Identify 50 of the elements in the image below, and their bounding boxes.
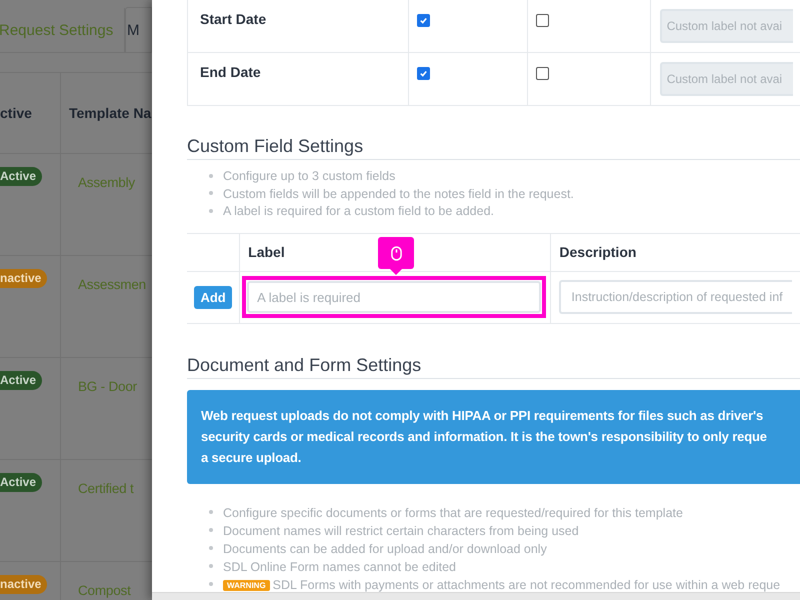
field-name: End Date: [200, 64, 261, 80]
note-text: SDL Online Form names cannot be edited: [223, 560, 456, 574]
bullet-icon: [209, 546, 213, 550]
column-header: Template Na: [69, 105, 152, 121]
label-field[interactable]: A label is required: [247, 281, 542, 313]
status-badge: nactive: [0, 575, 48, 594]
note-text: SDL Forms with payments or attachments are not recommended for use within a web reque: [272, 578, 780, 592]
bullet-icon: [209, 174, 213, 178]
note-text: Custom fields will be appended to the notes field in the request.: [223, 186, 574, 200]
note-text: Documents can be added for upload and/or download only: [223, 542, 547, 556]
checkbox[interactable]: [416, 67, 430, 80]
status-badge: Active: [0, 371, 42, 390]
note-text: Configure specific documents or forms that are requested/required for this template: [223, 506, 683, 520]
bullet-icon: [209, 510, 213, 514]
column-header: Label: [248, 244, 285, 260]
section-heading: Custom Field Settings: [187, 136, 800, 160]
template-name-link[interactable]: BG - Door: [78, 379, 137, 394]
column-header: ctive: [0, 105, 32, 121]
template-name-link[interactable]: Certified t: [78, 481, 134, 496]
checkmark-icon: [418, 69, 428, 78]
section-heading: Document and Form Settings: [187, 354, 800, 378]
mouse-icon: [390, 246, 402, 260]
note-text: Configure up to 3 custom fields: [223, 169, 396, 183]
bullet-icon: [209, 564, 213, 568]
field-name: Start Date: [200, 11, 266, 27]
note-text: A label is required for a custom field to be added.: [223, 204, 494, 218]
bullet-icon: [209, 528, 213, 532]
status-badge: Active: [0, 167, 42, 186]
template-name-link[interactable]: Assembly: [78, 175, 135, 190]
template-name-link[interactable]: Assessmen: [78, 277, 146, 292]
horizontal-scrollbar[interactable]: [152, 592, 800, 600]
bullet-icon: [209, 191, 213, 196]
template-name-link[interactable]: Compost: [78, 583, 131, 598]
bullet-icon: [209, 208, 213, 213]
tab[interactable]: M: [125, 7, 152, 52]
checkmark-icon: [418, 16, 428, 25]
checkbox[interactable]: [416, 14, 430, 27]
checkbox[interactable]: [536, 14, 549, 27]
status-badge: nactive: [0, 269, 48, 288]
checkbox[interactable]: [536, 67, 549, 80]
status-badge: Active: [0, 473, 42, 492]
bullet-icon: [209, 582, 213, 586]
description-field[interactable]: Instruction/description of requested inf: [559, 280, 792, 314]
note-text: Document names will restrict certain characters from being used: [223, 524, 579, 538]
column-header: Description: [559, 244, 636, 260]
add-button[interactable]: Add: [194, 286, 232, 308]
alert-text: a secure upload.: [201, 450, 302, 464]
warning-badge: WARNING: [223, 580, 270, 590]
alert-text: Web request uploads do not comply with HIPAA or PPI requirements for files such as driver's: [201, 408, 764, 422]
alert-text: security cards or medical records and information. It is the town's responsibility to only reque: [201, 428, 767, 444]
